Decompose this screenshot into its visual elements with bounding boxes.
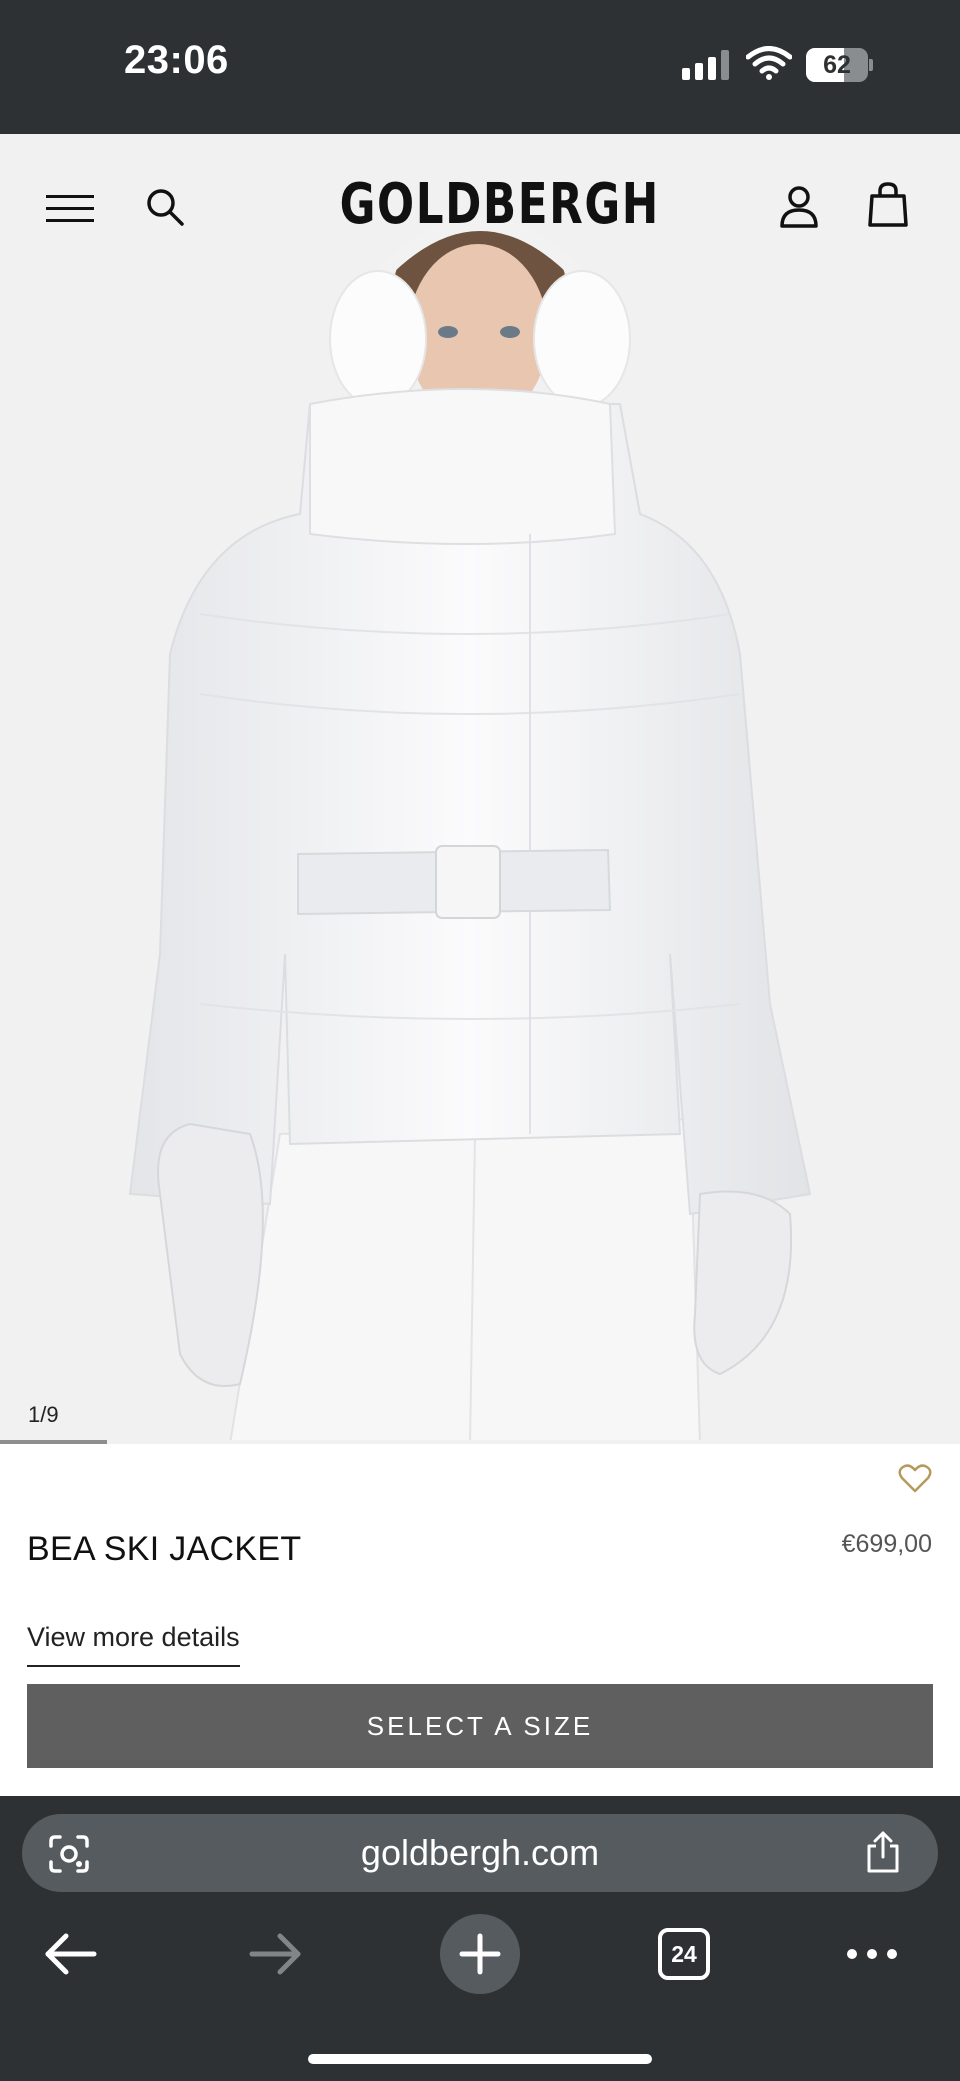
menu-icon[interactable] (46, 190, 96, 228)
browser-nav: 24 (0, 1914, 960, 2024)
product-price: €699,00 (841, 1530, 932, 1558)
heart-icon[interactable] (898, 1464, 932, 1494)
search-icon[interactable] (144, 186, 186, 228)
screen: 23:06 62 GOLDBERGH 1/9 BEA SKI JACKET €6… (0, 0, 960, 2081)
share-icon[interactable] (864, 1830, 902, 1874)
new-tab-button[interactable] (440, 1914, 520, 1994)
tabs-button[interactable]: 24 (658, 1928, 710, 1980)
forward-arrow-icon[interactable] (226, 1914, 326, 1994)
product-title: BEA SKI JACKET (27, 1530, 302, 1568)
select-size-button[interactable]: SELECT A SIZE (27, 1684, 933, 1768)
home-indicator (308, 2054, 652, 2064)
product-photo (128, 217, 812, 1444)
brand-logo[interactable]: GOLDBERGH (340, 172, 659, 237)
product-image[interactable] (0, 134, 960, 1444)
plus-icon (459, 1933, 501, 1975)
gallery-counter: 1/9 (28, 1402, 59, 1427)
product-info: BEA SKI JACKET €699,00 View more details… (0, 1444, 960, 1796)
site-header: GOLDBERGH (0, 134, 960, 274)
view-more-details-link[interactable]: View more details (27, 1622, 240, 1667)
url-text: goldbergh.com (360, 1832, 600, 1873)
wifi-icon (746, 46, 792, 80)
cellular-signal-icon (682, 50, 730, 80)
battery-level: 62 (823, 51, 851, 79)
address-bar[interactable]: goldbergh.com (22, 1814, 938, 1892)
status-time: 23:06 (124, 38, 229, 82)
shopping-bag-icon[interactable] (866, 182, 910, 228)
battery-icon: 62 (806, 48, 873, 82)
account-icon[interactable] (778, 184, 820, 228)
status-bar: 23:06 62 (0, 0, 960, 134)
back-arrow-icon[interactable] (20, 1914, 120, 1994)
more-icon[interactable] (822, 1914, 922, 1994)
browser-toolbar: goldbergh.com 24 (0, 1796, 960, 2081)
